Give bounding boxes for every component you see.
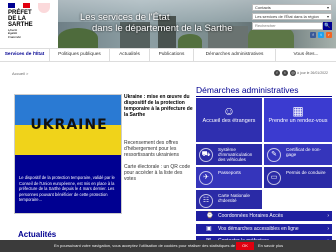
region-services-select[interactable]: Les services de l'État dans la région ▾: [252, 13, 332, 20]
tile-label: Accueil des étrangers: [202, 118, 256, 124]
link-bar-clock[interactable]: ⌚ Coordonnées Horaires Accès ›: [196, 211, 332, 221]
cookie-more-link[interactable]: En savoir plus: [258, 240, 283, 252]
featured-card-text: Le dispositif de la protection temporair…: [19, 175, 115, 203]
flag-icon: [8, 3, 30, 8]
link-bar-computer[interactable]: ▣ Vos démarches accessibles en ligne ›: [196, 224, 332, 234]
main-nav: Services de l'État Politiques publiques Ac…: [0, 48, 336, 62]
id-card-icon: ☷: [199, 194, 213, 208]
site-header: PRÉFET DE LA SARTHE Liberté Égalité Frat…: [0, 0, 336, 48]
demarches-title: Démarches administratives: [196, 85, 299, 95]
person-icon: ☺: [222, 104, 236, 118]
computer-icon: ▣: [206, 226, 212, 232]
social-links: f t r: [252, 32, 332, 38]
tile-label: Système d'immatriculation des véhicules: [218, 147, 253, 163]
tile-label: Carte Nationale d'Identité: [218, 193, 250, 204]
calendar-icon: ▦: [292, 104, 304, 118]
twitter-icon[interactable]: t: [318, 32, 324, 38]
tile-label: Prendre un rendez-vous: [268, 118, 328, 124]
tile-id-card[interactable]: ☷ Carte Nationale d'Identité: [196, 190, 262, 209]
chevron-right-icon: ›: [327, 226, 329, 232]
flag-word: UKRAINE: [30, 117, 108, 133]
tile-calendar[interactable]: ▦ Prendre un rendez-vous: [264, 98, 332, 142]
facebook-icon[interactable]: f: [310, 32, 316, 38]
tile-license[interactable]: ▭ Permis de conduire: [264, 167, 332, 188]
nav-item-0[interactable]: Services de l'État: [0, 49, 50, 61]
tile-label: Passeports: [218, 170, 241, 175]
featured-card[interactable]: UKRAINE Le dispositif de la protection t…: [14, 94, 122, 214]
share-twitter-icon[interactable]: t: [282, 70, 288, 76]
article-link[interactable]: Carte électorale : un QR code pour accéd…: [124, 164, 194, 182]
chevron-down-icon: ▾: [326, 14, 329, 19]
tile-passport[interactable]: ✈ Passeports: [196, 167, 262, 188]
article-link[interactable]: Ukraine : mise en œuvre du dispositif de…: [124, 94, 194, 118]
header-tools: Contacts ▾ Les services de l'État dans la…: [252, 4, 332, 38]
cookie-text: En poursuivant votre navigation, vous ac…: [54, 243, 249, 248]
certificate-icon: ✎: [267, 148, 281, 162]
banner-title: Les services de l'État dans le départeme…: [80, 12, 233, 34]
link-bar-label: Coordonnées Horaires Accès: [218, 213, 284, 219]
contacts-select[interactable]: Contacts ▾: [252, 4, 332, 11]
tile-person[interactable]: ☺ Accueil des étrangers: [196, 98, 262, 142]
search-input[interactable]: Rechercher: [252, 22, 323, 30]
prefecture-logo[interactable]: PRÉFET DE LA SARTHE Liberté Égalité Frat…: [8, 3, 52, 47]
nav-item-4[interactable]: Démarches administratives: [194, 49, 276, 61]
article-link[interactable]: Recensement des offres d'hébergement pou…: [124, 140, 194, 158]
cookie-banner: En poursuivant votre navigation, vous ac…: [0, 240, 336, 252]
search-bar: Rechercher 🔍: [252, 22, 332, 30]
tile-label: Certificat de non-gage: [286, 147, 321, 158]
passport-icon: ✈: [199, 171, 213, 185]
cookie-ok-button[interactable]: OK: [236, 242, 254, 250]
logo-motto: Liberté Égalité Fraternité: [8, 28, 21, 39]
tile-certificate[interactable]: ✎ Certificat de non-gage: [264, 144, 332, 165]
tile-car[interactable]: ⛟ Système d'immatriculation des véhicules: [196, 144, 262, 165]
last-update: Mis à jour le 26/01/2022: [290, 71, 328, 75]
clock-icon: ⌚: [206, 213, 214, 219]
car-icon: ⛟: [199, 148, 213, 162]
chevron-right-icon: ›: [327, 213, 329, 219]
demarches-underline: [196, 96, 332, 97]
page: PRÉFET DE LA SARTHE Liberté Égalité Frat…: [0, 0, 336, 252]
link-bar-label: Vos démarches accessibles en ligne: [218, 226, 299, 232]
license-icon: ▭: [267, 171, 281, 185]
nav-item-2[interactable]: Actualités: [110, 49, 150, 61]
rss-icon[interactable]: r: [326, 32, 332, 38]
breadcrumb[interactable]: Accueil >: [12, 71, 28, 76]
chevron-down-icon: ▾: [326, 5, 329, 10]
search-button[interactable]: 🔍: [323, 22, 332, 30]
tile-label: Permis de conduire: [286, 170, 326, 175]
nav-item-1[interactable]: Politiques publiques: [50, 49, 110, 61]
ukraine-flag-image: UKRAINE: [15, 95, 121, 155]
nav-item-3[interactable]: Publications: [150, 49, 194, 61]
share-facebook-icon[interactable]: f: [274, 70, 280, 76]
nav-item-5[interactable]: Vous êtes...: [276, 49, 336, 61]
news-heading: Actualités: [18, 230, 57, 239]
